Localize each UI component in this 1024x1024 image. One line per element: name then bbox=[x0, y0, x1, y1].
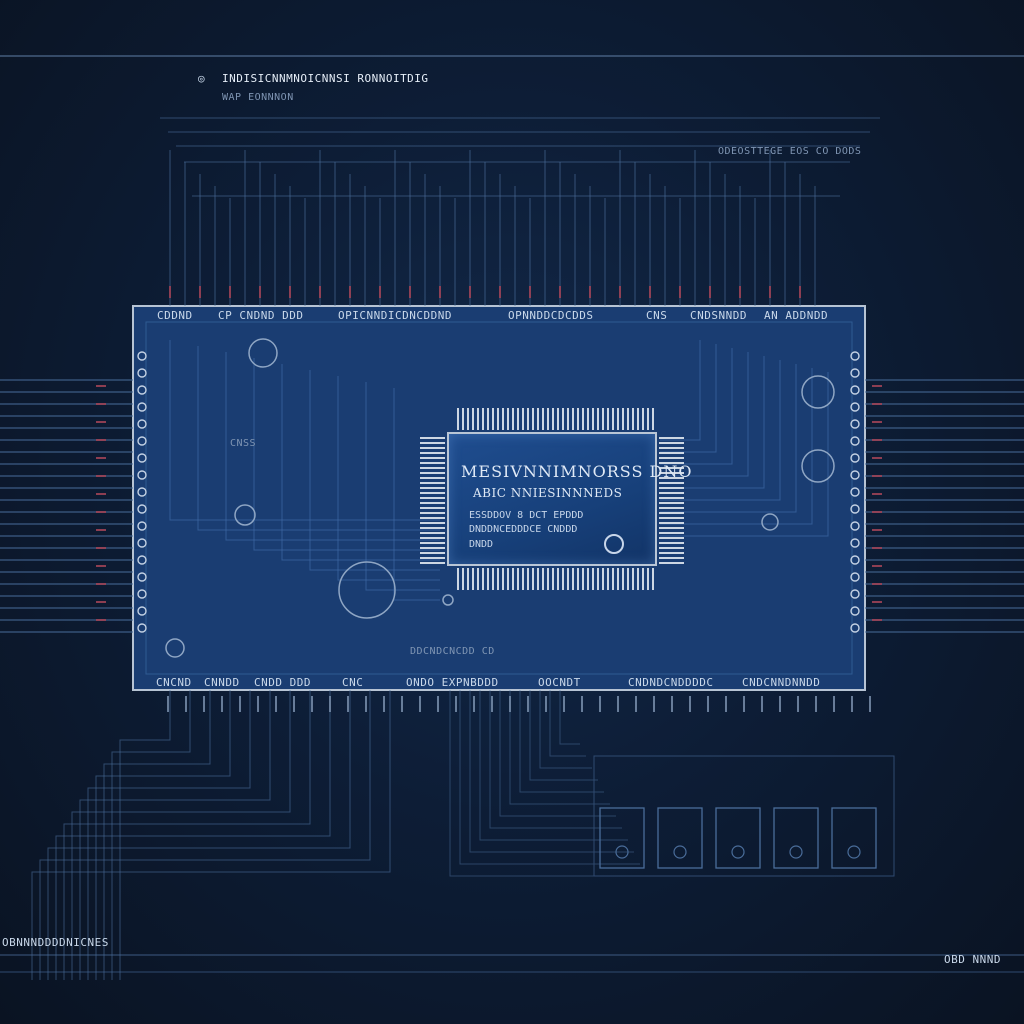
trace-path bbox=[449, 690, 646, 877]
board-bottom-label: OOCNDT bbox=[538, 676, 581, 689]
module-box bbox=[657, 807, 703, 869]
footer-right-label: OBD NNND bbox=[944, 953, 1001, 966]
module-box bbox=[599, 807, 645, 869]
trace-path bbox=[519, 690, 604, 793]
module-box bbox=[715, 807, 761, 869]
module-frame bbox=[593, 755, 895, 877]
header-right-label: ODEOSTTEGE EOS CO DODS bbox=[718, 146, 862, 157]
board-top-label: OPICNNDICDNCDDND bbox=[338, 309, 452, 322]
module-ring bbox=[789, 845, 803, 859]
board-bottom-label: CNDNDCNDDDDC bbox=[628, 676, 714, 689]
trace-path bbox=[119, 690, 171, 980]
microcontroller-chip: MESIVNNIMNORSS DNO ABIC NNIESINNNEDS ESS… bbox=[447, 432, 691, 566]
trace-path bbox=[559, 690, 580, 745]
trace-path bbox=[499, 690, 616, 817]
module-box bbox=[831, 807, 877, 869]
trace-path bbox=[479, 690, 628, 841]
board-top-label: OPNNDDCDCDDS bbox=[508, 309, 594, 322]
board-bottom-label: CNDCNNDNNDD bbox=[742, 676, 821, 689]
trace-path bbox=[549, 690, 586, 757]
header-subtitle: WAP EONNNON bbox=[222, 92, 294, 103]
module-box bbox=[773, 807, 819, 869]
board-top-label: CDDND bbox=[157, 309, 193, 322]
header-title: INDISICNNMNOICNNSI RONNOITDIG bbox=[222, 72, 429, 85]
board-mid-label: CNSS bbox=[230, 438, 257, 449]
board-bottom-label: CNDD DDD bbox=[254, 676, 311, 689]
chip-title: MESIVNNIMNORSS DNO bbox=[461, 462, 693, 481]
header-logo-icon: ◎ bbox=[198, 72, 206, 85]
board-bottom-label: CNNDD bbox=[204, 676, 240, 689]
module-ring bbox=[731, 845, 745, 859]
footer-left-label: OBNNNDDDDNICNES bbox=[2, 936, 109, 949]
schematic-canvas: ◎ INDISICNNMNOICNNSI RONNOITDIG WAP EONN… bbox=[0, 0, 1024, 1024]
chip-info-line: DNDDNCEDDDCE CNDDD bbox=[469, 524, 578, 535]
trace-path bbox=[111, 690, 191, 980]
chip-info-line: ESSDDOV 8 DCT EPDDD bbox=[469, 510, 584, 521]
board-top-label: CP CNDND DDD bbox=[218, 309, 304, 322]
module-ring bbox=[673, 845, 687, 859]
board-top-label: CNDSNNDD bbox=[690, 309, 747, 322]
board-bottom-label: CNC bbox=[342, 676, 364, 689]
board-top-label: CNS bbox=[646, 309, 668, 322]
pin1-marker-icon bbox=[604, 534, 624, 554]
board-mid-label: DDCNDCNCDD CD bbox=[410, 646, 495, 657]
chip-info-line: DNDD bbox=[469, 539, 494, 550]
board-bottom-label: ONDO EXPNBDDD bbox=[406, 676, 499, 689]
module-ring bbox=[847, 845, 861, 859]
chip-subtitle: ABIC NNIESINNNEDS bbox=[473, 486, 623, 500]
board-bottom-label: CNCND bbox=[156, 676, 192, 689]
board-top-label: AN ADDNDD bbox=[764, 309, 829, 322]
